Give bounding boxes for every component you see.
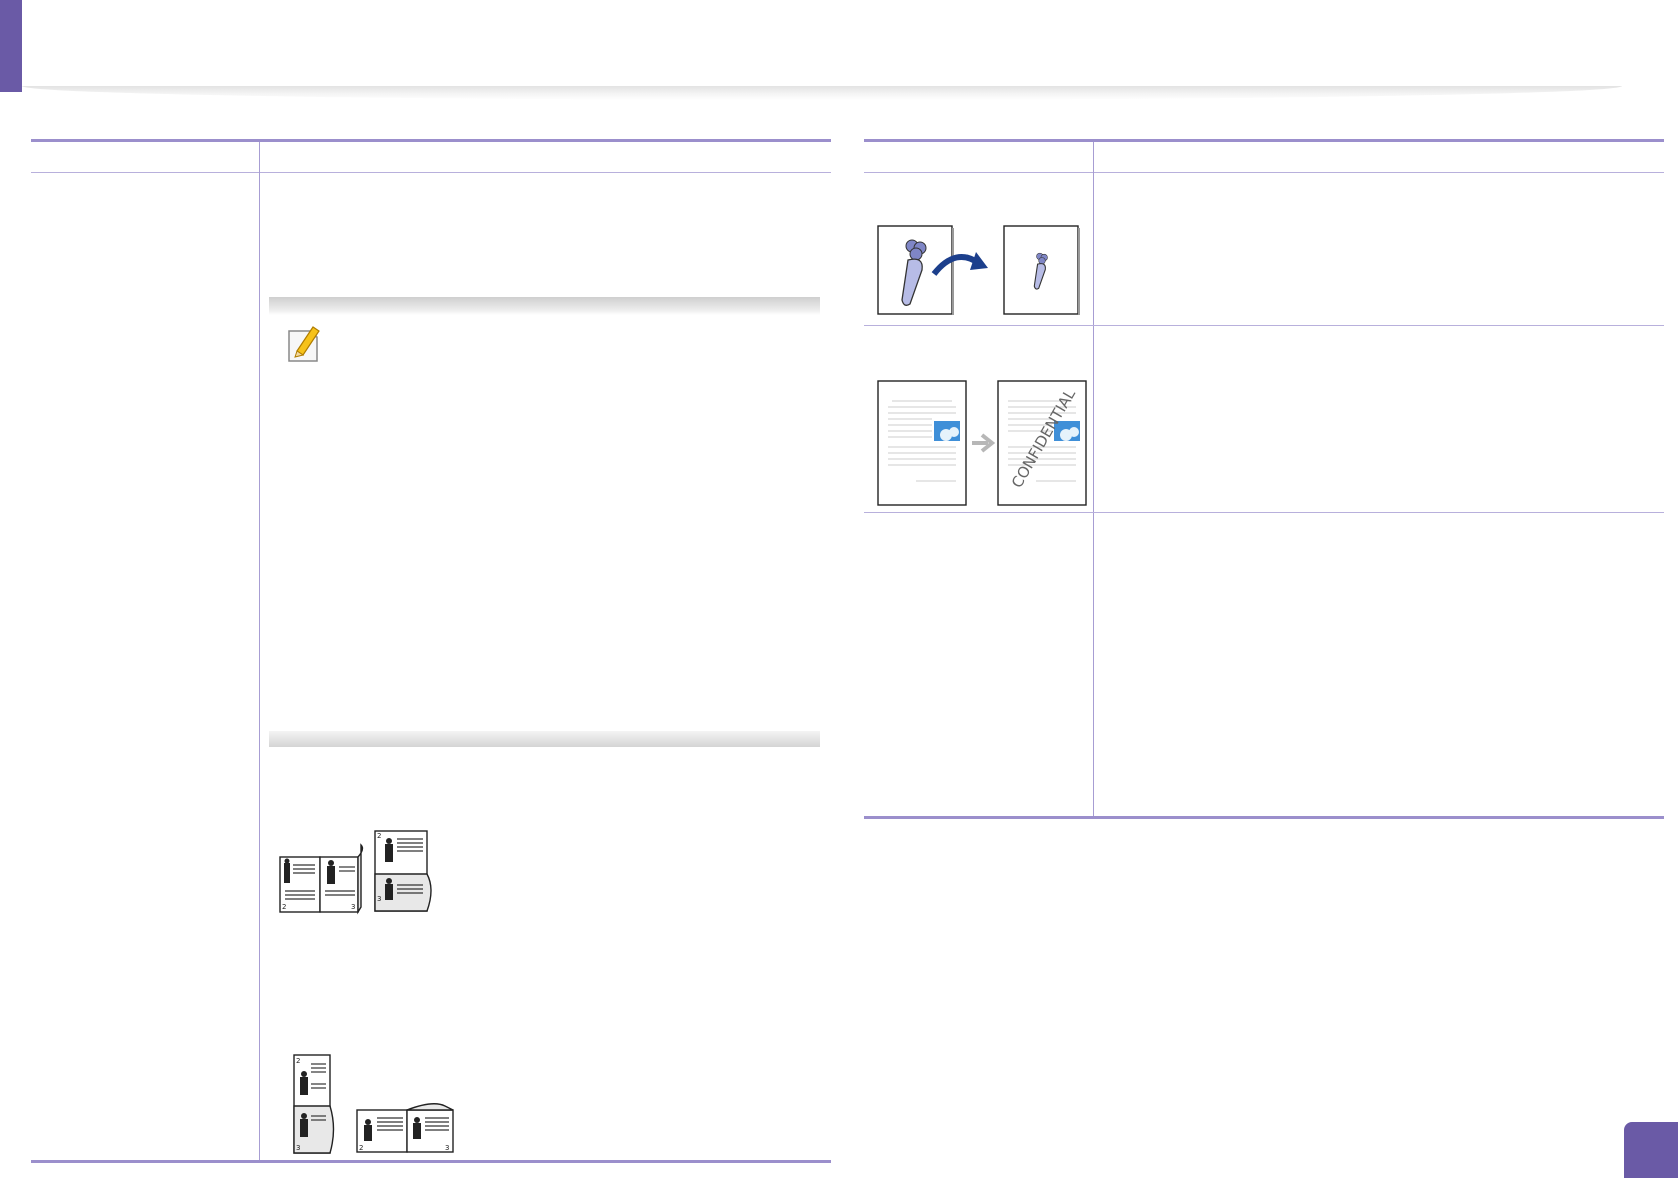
note-box xyxy=(269,297,820,747)
table-top-rule xyxy=(864,139,1664,142)
row-divider xyxy=(864,512,1664,513)
svg-text:3: 3 xyxy=(377,895,381,903)
image-reduce-arrow-icon xyxy=(877,225,1080,315)
table-top-rule xyxy=(31,139,831,142)
svg-text:3: 3 xyxy=(445,1144,449,1152)
svg-text:3: 3 xyxy=(296,1144,300,1152)
note-pencil-icon xyxy=(288,326,320,362)
table-header-rule xyxy=(31,172,831,173)
header-divider xyxy=(22,86,1622,100)
svg-text:2: 2 xyxy=(377,832,381,840)
options-table-right: CONFIDENTIAL xyxy=(864,139,1664,819)
table-header-rule xyxy=(864,172,1664,173)
svg-text:2: 2 xyxy=(359,1144,363,1152)
column-divider xyxy=(259,142,260,1160)
svg-text:3: 3 xyxy=(351,903,355,911)
svg-text:2: 2 xyxy=(282,903,286,911)
page-number-badge xyxy=(1624,1122,1678,1178)
row-divider xyxy=(864,325,1664,326)
svg-text:2: 2 xyxy=(296,1057,300,1065)
table-bottom-rule xyxy=(864,816,1664,819)
watermark-arrow-icon: CONFIDENTIAL xyxy=(877,380,1087,506)
column-divider xyxy=(1093,142,1094,816)
chapter-tab xyxy=(0,0,22,92)
options-table-left: 2 3 2 3 2 3 2 3 xyxy=(31,139,831,1163)
table-bottom-rule xyxy=(31,1160,831,1163)
booklet-layout-illustration-2: 2 3 2 3 xyxy=(293,1054,454,1154)
booklet-layout-illustration-1: 2 3 2 3 xyxy=(279,830,432,915)
